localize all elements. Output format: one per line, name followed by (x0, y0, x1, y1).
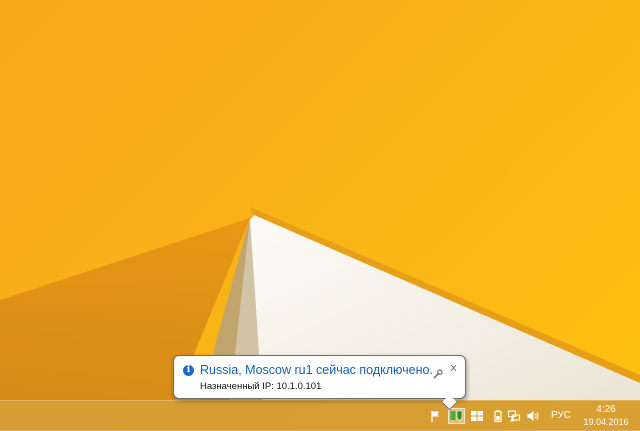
network-icon[interactable] (507, 409, 521, 423)
input-language-indicator[interactable]: РУС (547, 409, 575, 423)
close-icon[interactable]: x (448, 361, 459, 374)
notification-text: Назначенный IP: 10.1.0.101 (200, 381, 322, 392)
volume-icon[interactable] (526, 409, 540, 423)
wrench-icon[interactable] (433, 364, 443, 379)
clock-time: 4:26 (596, 404, 616, 415)
taskbar: РУС 4:26 19.04.2016 (0, 400, 640, 431)
clock-date: 19.04.2016 (583, 417, 629, 427)
vpn-shield-icon[interactable] (448, 408, 465, 424)
notification-title: Russia, Moscow ru1 сейчас подключено. (200, 363, 433, 377)
vpn-notification-balloon[interactable]: i Russia, Moscow ru1 сейчас подключено. … (173, 355, 466, 411)
windows-logo-icon[interactable] (470, 409, 484, 423)
info-icon: i (183, 365, 194, 376)
battery-icon[interactable] (491, 409, 505, 423)
taskbar-clock[interactable]: 4:26 19.04.2016 (580, 404, 632, 430)
action-center-flag-icon[interactable] (429, 409, 443, 423)
